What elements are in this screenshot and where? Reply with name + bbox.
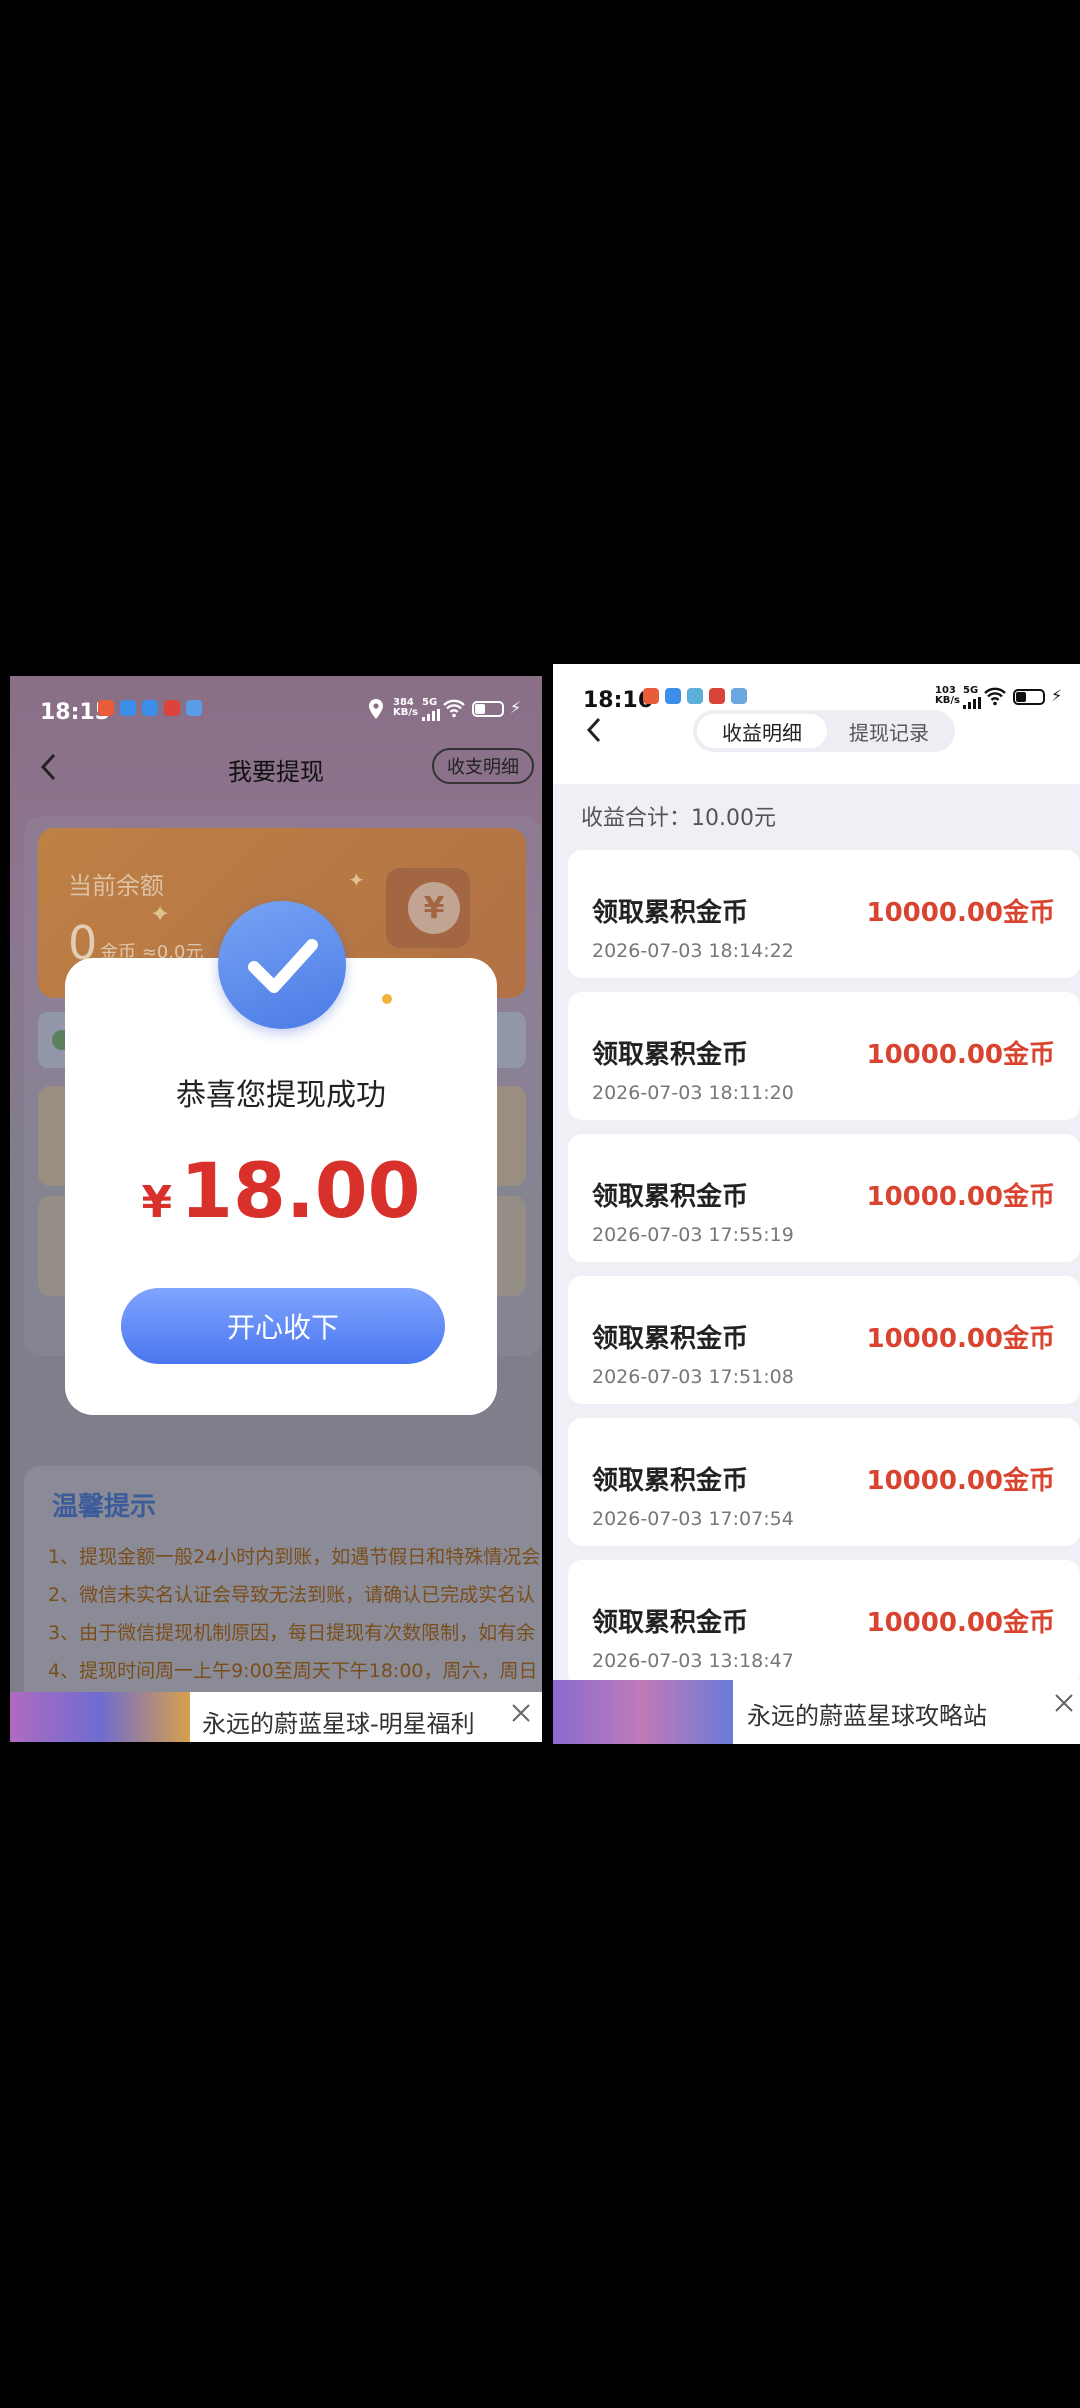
success-message: 恭喜您提现成功: [176, 1078, 386, 1113]
record-date: 2026-07-03 17:51:08: [592, 1366, 794, 1388]
record-title: 领取累积金币: [592, 1324, 749, 1354]
record-title: 领取累积金币: [592, 1182, 749, 1212]
back-arrow-icon[interactable]: [585, 716, 603, 744]
ad-banner[interactable]: 永远的蔚蓝星球攻略站: [553, 1680, 1080, 1744]
app-notification-icon: [120, 700, 136, 716]
network-type: 5G: [963, 685, 979, 696]
ad-title: 永远的蔚蓝星球攻略站: [747, 1702, 987, 1730]
battery-icon: [472, 701, 504, 717]
app-notification-icon: [186, 700, 202, 716]
tab-withdraw-record[interactable]: 提现记录: [827, 714, 951, 748]
record-title: 领取累积金币: [592, 1466, 749, 1496]
app-notification-icon: [709, 688, 725, 704]
record-date: 2026-07-03 18:14:22: [592, 940, 794, 962]
record-card: 领取累积金币 2026-07-03 17:07:54 10000.00金币: [568, 1418, 1080, 1546]
record-card: 领取累积金币 2026-07-03 17:55:19 10000.00金币: [568, 1134, 1080, 1262]
record-amount: 10000.00金币: [866, 1040, 1055, 1070]
ad-title: 永远的蔚蓝星球-明星福利: [202, 1710, 475, 1738]
app-notification-icon: [731, 688, 747, 704]
withdraw-screen: 18:15 384 KB/s 5G ⚡ 我要提现 收支明细 当前余额 0 金币 …: [10, 676, 542, 1742]
amount-value: 18.00: [180, 1146, 421, 1235]
record-card: 领取累积金币 2026-07-03 18:11:20 10000.00金币: [568, 992, 1080, 1120]
close-icon[interactable]: [510, 1702, 532, 1724]
network-speed: 103 KB/s: [935, 685, 960, 706]
withdraw-amount: ¥ 18.00: [65, 1146, 497, 1235]
ad-thumbnail: [553, 1680, 733, 1744]
record-date: 2026-07-03 13:18:47: [592, 1650, 794, 1672]
record-title: 领取累积金币: [592, 1608, 749, 1638]
accept-button[interactable]: 开心收下: [121, 1288, 445, 1364]
battery-icon: [1013, 689, 1045, 705]
charging-icon: ⚡: [510, 698, 522, 717]
close-icon[interactable]: [1053, 1692, 1075, 1714]
record-amount: 10000.00金币: [866, 898, 1055, 928]
record-title: 领取累积金币: [592, 898, 749, 928]
network-type: 5G: [422, 697, 438, 708]
tip-item: 1、提现金额一般24小时内到账，如遇节假日和特殊情况会: [48, 1546, 541, 1568]
record-card: 领取累积金币 2026-07-03 13:18:47 10000.00金币: [568, 1560, 1080, 1688]
ad-banner[interactable]: 永远的蔚蓝星球-明星福利: [10, 1692, 542, 1742]
signal-icon: [963, 697, 981, 709]
record-date: 2026-07-03 17:55:19: [592, 1224, 794, 1246]
income-total: 收益合计：10.00元: [581, 806, 776, 831]
sparkle-dot: [382, 994, 392, 1004]
ad-thumbnail: [10, 1692, 190, 1742]
app-notification-icon: [643, 688, 659, 704]
currency-symbol: ¥: [141, 1177, 173, 1228]
record-date: 2026-07-03 18:11:20: [592, 1082, 794, 1104]
app-notification-icon: [142, 700, 158, 716]
wifi-icon: [984, 687, 1006, 706]
tab-switcher: 收益明细 提现记录: [693, 710, 955, 752]
tip-item: 4、提现时间周一上午9:00至周天下午18:00，周六，周日: [48, 1660, 538, 1682]
app-notification-icon: [164, 700, 180, 716]
network-speed: 384 KB/s: [393, 697, 418, 718]
record-amount: 10000.00金币: [866, 1466, 1055, 1496]
status-bar: 18:15 384 KB/s 5G ⚡: [10, 676, 542, 736]
location-icon: [369, 699, 383, 719]
app-notification-icon: [665, 688, 681, 704]
charging-icon: ⚡: [1051, 686, 1063, 705]
record-title: 领取累积金币: [592, 1040, 749, 1070]
record-card: 领取累积金币 2026-07-03 17:51:08 10000.00金币: [568, 1276, 1080, 1404]
tip-item: 2、微信未实名认证会导致无法到账，请确认已完成实名认: [48, 1584, 536, 1606]
record-amount: 10000.00金币: [866, 1608, 1055, 1638]
tips-title: 温馨提示: [52, 1492, 157, 1522]
record-amount: 10000.00金币: [866, 1324, 1055, 1354]
check-icon: [218, 901, 346, 1029]
record-date: 2026-07-03 17:07:54: [592, 1508, 794, 1530]
income-detail-button[interactable]: 收支明细: [432, 748, 534, 784]
record-card: 领取累积金币 2026-07-03 18:14:22 10000.00金币: [568, 850, 1080, 978]
record-amount: 10000.00金币: [866, 1182, 1055, 1212]
tab-income-detail[interactable]: 收益明细: [697, 714, 827, 748]
income-detail-screen: 18:16 103 KB/s 5G ⚡ 收益明细 提现记录 收益合计：10.00…: [553, 664, 1080, 1744]
signal-icon: [422, 709, 440, 721]
app-notification-icon: [98, 700, 114, 716]
app-notification-icon: [687, 688, 703, 704]
tip-item: 3、由于微信提现机制原因，每日提现有次数限制，如有余: [48, 1622, 536, 1644]
wifi-icon: [443, 699, 465, 718]
